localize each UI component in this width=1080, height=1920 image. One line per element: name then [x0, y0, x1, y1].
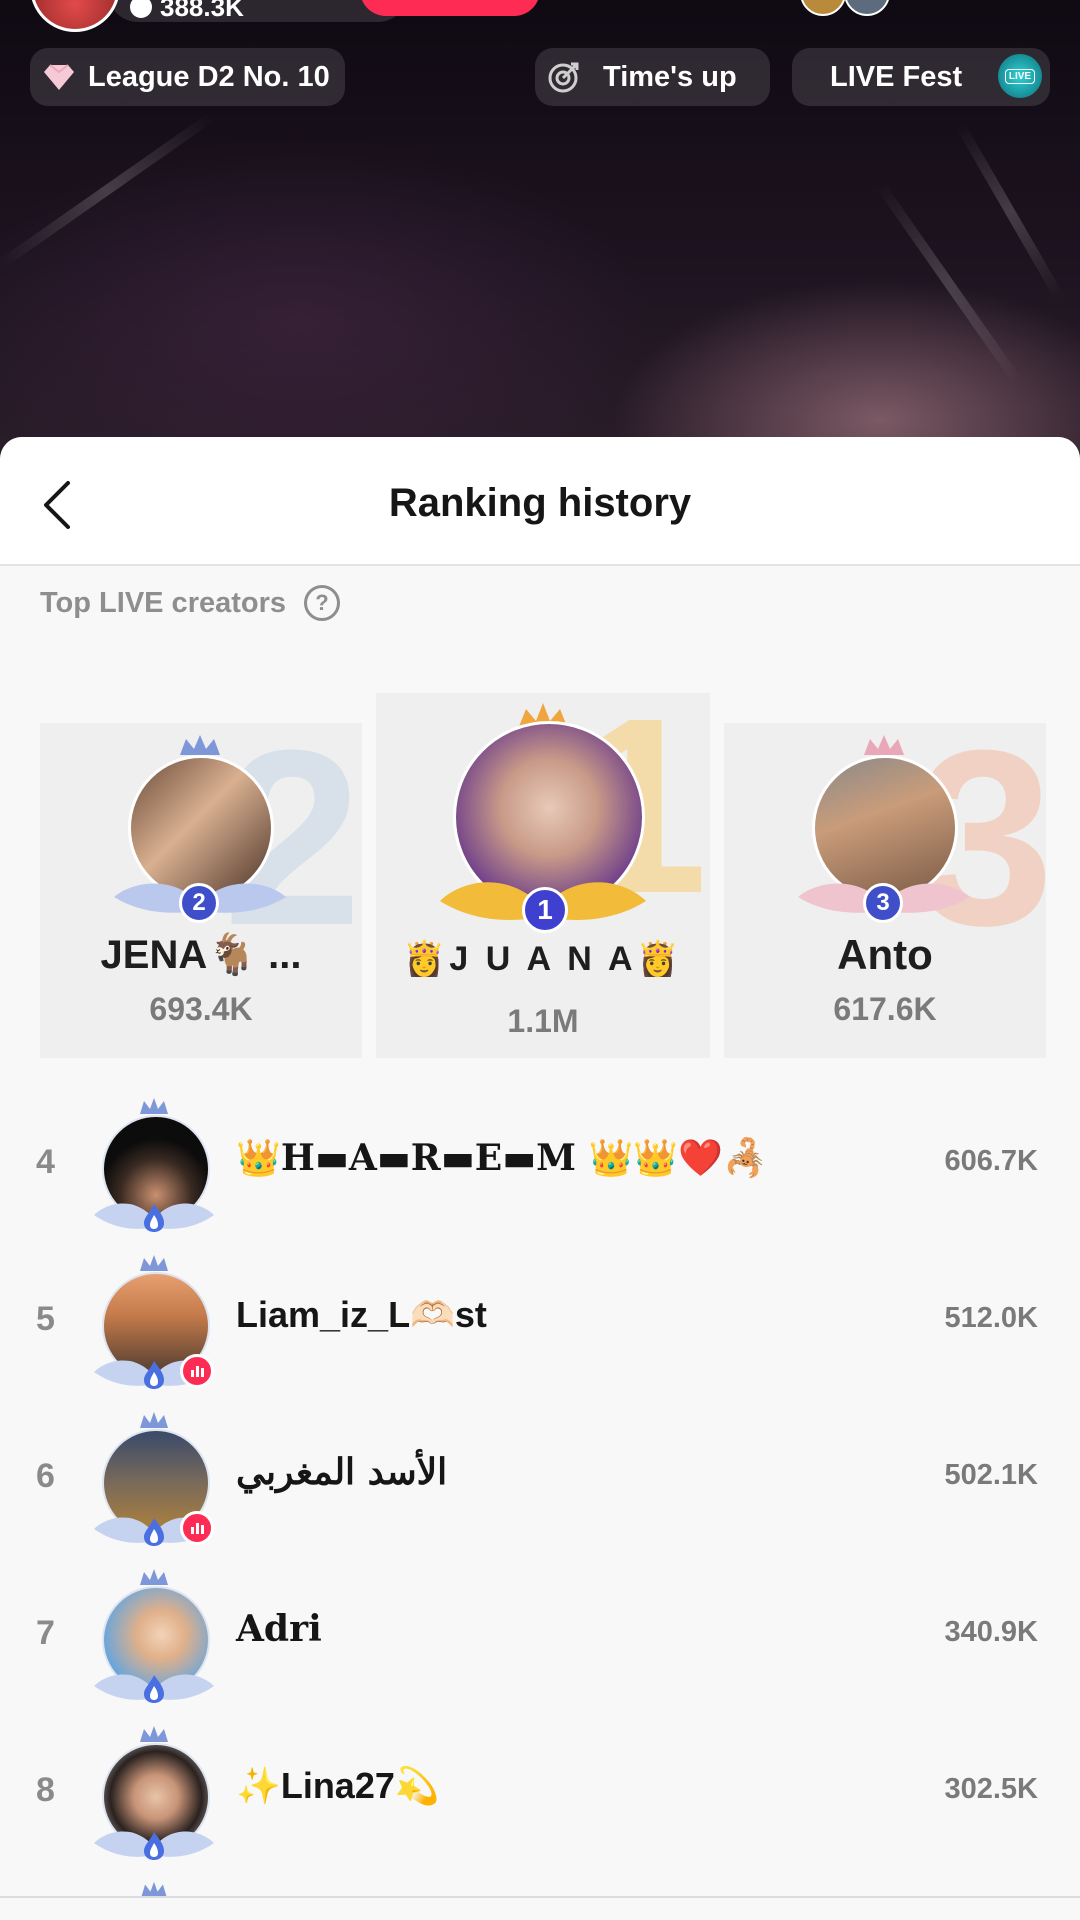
crown-icon [140, 1569, 168, 1585]
podium-card-2[interactable]: 2 2 JENA🐐 ... 693.4K [40, 723, 362, 1058]
live-fest-badge-text: LIVE [1004, 68, 1036, 84]
avatar-frame[interactable] [92, 1564, 222, 1714]
list-item[interactable]: 8 ✨Lina27💫 302.5K [0, 1721, 1080, 1878]
ranking-history-sheet: Ranking history Top LIVE creators ? 2 2 … [0, 437, 1080, 1920]
list-item[interactable]: 4 👑H▬A▬R▬E▬M 👑👑❤️🦂 606.7K [0, 1093, 1080, 1250]
avatar-frame[interactable] [92, 1407, 222, 1557]
creator-score: 512.0K [944, 1302, 1038, 1334]
timer-pill[interactable]: Time's up [535, 48, 770, 106]
podium-name: Anto [837, 931, 933, 978]
section-title: Top LIVE creators ? [40, 585, 341, 621]
creator-score: 340.9K [944, 1616, 1038, 1648]
creator-name: الأسد المغربي [236, 1451, 448, 1493]
diamond-icon [44, 63, 74, 91]
creator-name: Adri [236, 1608, 322, 1650]
light-streak [875, 182, 1022, 385]
rank-number: 4 [36, 1143, 55, 1181]
league-label: League D2 No. 10 [88, 60, 330, 93]
podium-card-1[interactable]: 1 1 👸J U A N A👸 1.1M [376, 693, 710, 1058]
guest-avatars[interactable] [800, 0, 910, 16]
avatar-frame[interactable] [92, 1721, 222, 1871]
flame-icon [144, 1832, 164, 1860]
creator-score: 302.5K [944, 1773, 1038, 1805]
creator-name: Liam_iz_L🫶🏻st [236, 1294, 487, 1335]
live-fest-pill[interactable]: LIVE Fest LIVE [792, 48, 1050, 106]
rank-badge: 1 [522, 887, 568, 933]
viewer-count: 388.3K [160, 0, 244, 22]
list-item[interactable]: 6 الأسد المغربي 502.1K [0, 1407, 1080, 1564]
list-item[interactable]: 5 Liam_iz_L🫶🏻st 512.0K [0, 1250, 1080, 1407]
podium-score: 1.1M [507, 1003, 579, 1039]
avatar-frame[interactable] [92, 1250, 222, 1400]
follow-button[interactable] [360, 0, 540, 16]
flame-icon [144, 1204, 164, 1232]
podium-score: 693.4K [149, 991, 253, 1027]
podium-score: 617.6K [833, 991, 937, 1027]
timer-label: Time's up [603, 60, 737, 93]
live-indicator-icon [180, 1354, 214, 1388]
live-fest-icon: LIVE [998, 54, 1042, 98]
podium-name: JENA🐐 ... [100, 933, 302, 977]
list-item[interactable]: 7 Adri 340.9K [0, 1564, 1080, 1721]
crown-icon [140, 1255, 168, 1271]
light-streak [955, 122, 1065, 301]
section-title-text: Top LIVE creators [40, 586, 287, 619]
flame-icon [144, 1361, 164, 1389]
fest-label: LIVE Fest [830, 60, 963, 93]
divider [0, 1896, 1080, 1898]
creator-score: 606.7K [944, 1145, 1038, 1177]
creator-name: 👑H▬A▬R▬E▬M 👑👑❤️🦂 [236, 1137, 768, 1179]
league-pill[interactable]: League D2 No. 10 [30, 48, 345, 106]
rank-number: 7 [36, 1614, 55, 1652]
rank-number: 5 [36, 1300, 55, 1338]
avatar-frame[interactable] [92, 1093, 222, 1243]
flame-icon [144, 1518, 164, 1546]
live-indicator-icon [180, 1511, 214, 1545]
crown-icon [140, 1726, 168, 1742]
rank-number: 6 [36, 1457, 55, 1495]
crown-icon [864, 735, 904, 755]
rank-badge: 2 [179, 883, 219, 923]
crown-icon [180, 735, 220, 755]
sheet-title: Ranking history [388, 481, 692, 525]
crown-icon [141, 1881, 167, 1897]
light-streak [0, 111, 216, 270]
crown-icon [140, 1412, 168, 1428]
rank-number: 8 [36, 1771, 55, 1809]
podium-card-3[interactable]: 3 3 Anto 617.6K [724, 723, 1046, 1058]
flame-icon [144, 1675, 164, 1703]
podium-name: 👸J U A N A👸 [403, 940, 683, 978]
target-icon [547, 60, 581, 94]
creator-score: 502.1K [944, 1459, 1038, 1491]
guest-avatar[interactable] [800, 0, 846, 16]
host-avatar[interactable] [30, 0, 120, 32]
sheet-header: Ranking history [0, 437, 1080, 566]
live-stream-background: 388.3K League D2 No. 10 Time's up LIVE F… [0, 0, 1080, 460]
guest-avatar[interactable] [844, 0, 890, 16]
creator-name: ✨Lina27💫 [236, 1765, 440, 1806]
rank-badge: 3 [863, 883, 903, 923]
question-circle-icon[interactable]: ? [304, 585, 341, 621]
crown-icon [140, 1098, 168, 1114]
